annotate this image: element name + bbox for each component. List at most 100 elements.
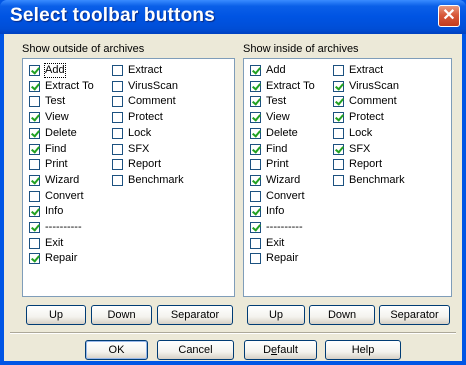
- option-label: Find: [266, 142, 288, 155]
- checkbox[interactable]: [250, 222, 261, 233]
- option-label: Test: [45, 95, 66, 108]
- option-label: VirusScan: [128, 79, 178, 92]
- option-label: Wizard: [45, 173, 80, 186]
- checkbox[interactable]: [250, 143, 261, 155]
- outside-archives-label: Show outside of archives: [22, 43, 145, 55]
- checkbox[interactable]: [250, 65, 261, 76]
- checkbox[interactable]: [29, 206, 40, 218]
- option-label: Comment: [128, 95, 176, 108]
- option-label: Extract To: [266, 79, 315, 92]
- checkbox[interactable]: [333, 159, 344, 171]
- ok-button[interactable]: OK: [85, 340, 148, 360]
- checkbox[interactable]: [29, 190, 40, 202]
- checkbox[interactable]: [333, 65, 344, 76]
- option-label: Benchmark: [128, 173, 184, 186]
- close-icon: ✕: [442, 7, 456, 24]
- checkbox[interactable]: [250, 96, 261, 108]
- checkbox[interactable]: [250, 253, 261, 265]
- option-label: Convert: [266, 189, 305, 202]
- option-label: Repair: [45, 252, 78, 265]
- option-label: Extract: [349, 64, 384, 76]
- inside-up-button[interactable]: Up: [247, 305, 305, 325]
- title-bar[interactable]: Select toolbar buttons ✕: [0, 0, 466, 34]
- checkbox[interactable]: [29, 127, 40, 139]
- option-label: SFX: [349, 142, 371, 155]
- checkbox[interactable]: [112, 127, 123, 139]
- option-label: Print: [45, 158, 68, 171]
- option-label: VirusScan: [349, 79, 399, 92]
- close-button[interactable]: ✕: [438, 5, 460, 27]
- checkbox[interactable]: [333, 143, 344, 155]
- dialog-client: Show outside of archives Add Extract To Te…: [4, 34, 462, 361]
- inside-archives-list[interactable]: Add Extract To Test View Delete Find Print Wiza…: [243, 58, 452, 297]
- option-label: Extract: [128, 64, 163, 76]
- checkbox[interactable]: [333, 96, 344, 108]
- checkbox[interactable]: [250, 112, 261, 124]
- option-label: Test: [266, 95, 287, 108]
- checkbox[interactable]: [250, 206, 261, 218]
- option-label: Protect: [349, 111, 384, 124]
- checkbox[interactable]: [333, 127, 344, 139]
- inside-archives-label: Show inside of archives: [243, 43, 359, 55]
- checkbox[interactable]: [29, 174, 40, 186]
- checkbox[interactable]: [112, 112, 123, 124]
- option-label: Report: [128, 158, 162, 171]
- outside-down-button[interactable]: Down: [91, 305, 152, 325]
- option-label: Convert: [45, 189, 84, 202]
- checkbox[interactable]: [29, 112, 40, 124]
- checkbox[interactable]: [112, 159, 123, 171]
- checkbox[interactable]: [29, 237, 40, 249]
- checkbox[interactable]: [112, 80, 123, 92]
- option-label: Info: [45, 205, 64, 218]
- inside-down-button[interactable]: Down: [309, 305, 375, 325]
- option-label: Print: [266, 158, 289, 171]
- option-label: Delete: [266, 126, 298, 139]
- default-button[interactable]: Default: [244, 340, 317, 360]
- checkbox[interactable]: [250, 127, 261, 139]
- option-label: ----------: [45, 221, 82, 233]
- checkbox[interactable]: [333, 174, 344, 186]
- outside-up-button[interactable]: Up: [26, 305, 86, 325]
- inside-separator-button[interactable]: Separator: [379, 305, 450, 325]
- checkbox[interactable]: [29, 65, 40, 76]
- option-label: Add: [44, 63, 66, 78]
- option-label: Exit: [266, 236, 285, 249]
- checkbox[interactable]: [250, 159, 261, 171]
- checkbox[interactable]: [112, 96, 123, 108]
- checkbox[interactable]: [29, 159, 40, 171]
- option-label: Lock: [128, 126, 152, 139]
- option-label: SFX: [128, 142, 150, 155]
- checkbox[interactable]: [112, 65, 123, 76]
- option-label: Delete: [45, 126, 77, 139]
- footer-divider: [10, 332, 456, 334]
- checkbox[interactable]: [112, 143, 123, 155]
- option-label: Repair: [266, 252, 299, 265]
- option-label: Wizard: [266, 173, 301, 186]
- option-label: View: [45, 111, 69, 124]
- cancel-button[interactable]: Cancel: [157, 340, 234, 360]
- outside-separator-button[interactable]: Separator: [157, 305, 233, 325]
- checkbox[interactable]: [333, 112, 344, 124]
- checkbox[interactable]: [250, 80, 261, 92]
- checkbox[interactable]: [333, 80, 344, 92]
- checkbox[interactable]: [29, 253, 40, 265]
- checkbox[interactable]: [29, 222, 40, 233]
- option-label: View: [266, 111, 290, 124]
- checkbox[interactable]: [29, 96, 40, 108]
- option-label: Report: [349, 158, 383, 171]
- option-label: Protect: [128, 111, 163, 124]
- dialog-title: Select toolbar buttons: [10, 5, 215, 26]
- option-label: ----------: [266, 221, 303, 233]
- default-label-post: fault: [277, 344, 298, 356]
- outside-archives-list[interactable]: Add Extract To Test View Delete Find Print Wiza…: [22, 58, 235, 297]
- option-label: Lock: [349, 126, 373, 139]
- option-label: Exit: [45, 236, 64, 249]
- checkbox[interactable]: [250, 174, 261, 186]
- help-button[interactable]: Help: [325, 340, 401, 360]
- option-label: Add: [266, 64, 286, 76]
- checkbox[interactable]: [112, 174, 123, 186]
- checkbox[interactable]: [250, 237, 261, 249]
- checkbox[interactable]: [29, 143, 40, 155]
- checkbox[interactable]: [29, 80, 40, 92]
- checkbox[interactable]: [250, 190, 261, 202]
